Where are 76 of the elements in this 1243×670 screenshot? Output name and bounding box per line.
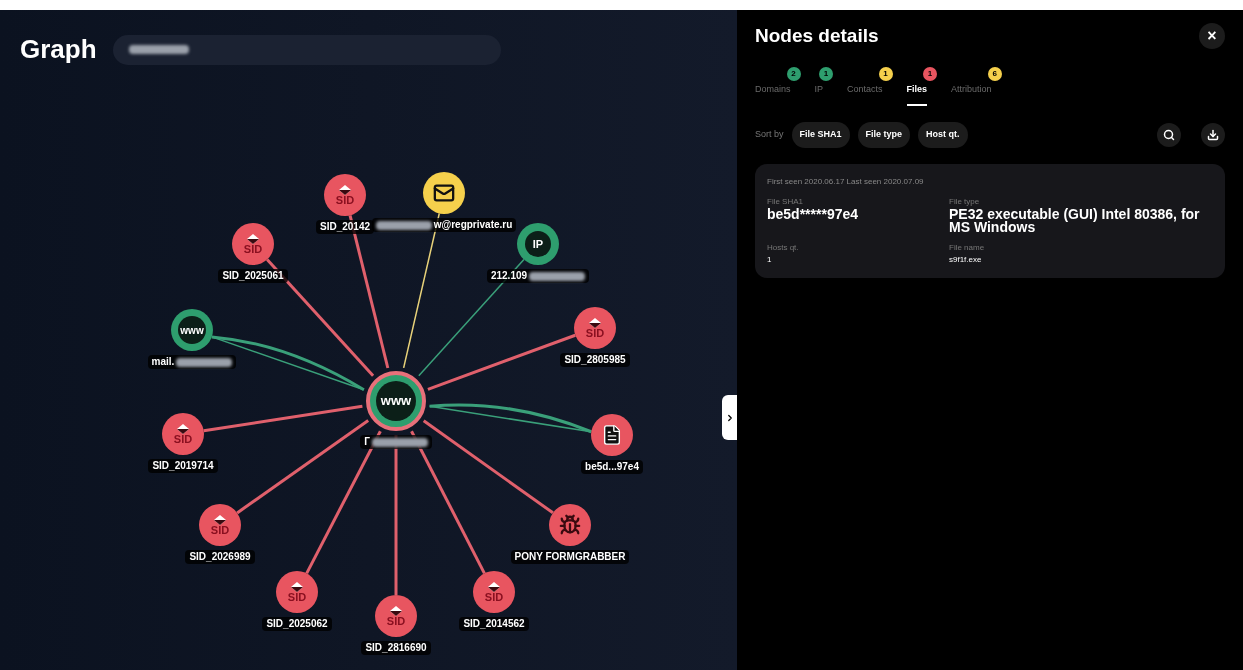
node-label: SID_20142 [319,220,370,234]
redacted-text [375,220,432,230]
sort-label: Sort by [755,128,784,141]
field-label: File type [949,195,981,208]
domain-node[interactable]: www [366,371,426,431]
diamond-icon [177,423,189,434]
count-badge: 2 [786,66,801,81]
redacted-text [529,271,586,281]
node-label: PONY FORMGRABBER [514,550,626,564]
field-value: 1 [767,253,773,266]
count-badge: 1 [878,66,893,81]
tab[interactable]: IP [814,82,824,106]
node-label: mail. [151,355,175,369]
node-label: SID_2019714 [152,459,214,473]
graph-title: Graph [20,33,97,66]
download-button[interactable] [1201,122,1225,147]
diamond-icon [291,581,303,592]
close-button[interactable]: × [1199,23,1225,50]
panel-title: Nodes details [755,24,879,48]
node-label: SID_2026989 [189,550,251,564]
sid-node[interactable]: SID [473,571,515,613]
bug-icon [559,514,581,536]
sort-chip[interactable]: File type [857,122,911,148]
sid-node[interactable]: SID [375,595,417,637]
tab[interactable]: Attribution [951,82,992,106]
ip-node[interactable]: IP [517,223,559,265]
sort-chip[interactable]: File SHA1 [791,122,850,148]
file-node[interactable] [591,414,633,456]
malware-node[interactable] [549,504,591,546]
diamond-icon [589,317,601,328]
sid-node[interactable]: SID [574,307,616,349]
search-field[interactable] [112,34,501,65]
node-label: be5d...97e4 [585,460,639,474]
sid-node[interactable]: SID [162,413,204,455]
count-badge: 1 [923,66,938,81]
tab[interactable]: Files [906,82,928,106]
seen-dates: First seen 2020.06.17 Last seen 2020.07.09 [767,175,925,188]
sid-node[interactable]: SID [199,504,241,546]
domain-node[interactable]: www [171,309,213,351]
email-node[interactable] [423,172,465,214]
search-button[interactable] [1157,122,1181,147]
sid-node[interactable]: SID [232,223,274,265]
sid-node[interactable]: SID [324,174,366,216]
search-icon [1163,128,1175,141]
field-label: Hosts qt. [767,241,800,254]
node-label: Г [364,435,370,449]
field-value: be5d*****97e4 [767,207,860,221]
redacted-text [128,45,189,54]
node-label: w@regprivate.ru [433,218,513,232]
count-badge: 1 [819,66,834,81]
field-label: File name [949,241,986,254]
redacted-text [176,357,233,367]
document-icon [601,424,623,446]
count-badge: 6 [987,66,1002,81]
diamond-icon [247,233,259,244]
diamond-icon [488,581,500,592]
redacted-text [371,437,428,447]
node-label: SID_2014562 [463,617,525,631]
sid-node[interactable]: SID [276,571,318,613]
node-label: SID_2025061 [222,269,284,283]
node-label: 212.109 [490,269,528,283]
node-label: SID_2025062 [266,617,328,631]
collapse-handle[interactable] [722,395,737,440]
sort-chip[interactable]: Host qt. [918,122,968,148]
diamond-icon [339,184,351,195]
node-label: SID_2805985 [564,353,626,367]
tab[interactable]: Contacts [847,82,883,106]
diamond-icon [214,514,226,525]
envelope-icon [433,182,455,204]
node-label: SID_2816690 [365,641,427,655]
field-value: PE32 executable (GUI) Intel 80386, for MS Windows [949,207,1201,234]
download-icon [1207,128,1219,141]
field-label: File SHA1 [767,195,804,208]
tab[interactable]: Domains [755,82,791,106]
diamond-icon [390,605,402,616]
field-value: s9f1f.exe [949,253,983,266]
